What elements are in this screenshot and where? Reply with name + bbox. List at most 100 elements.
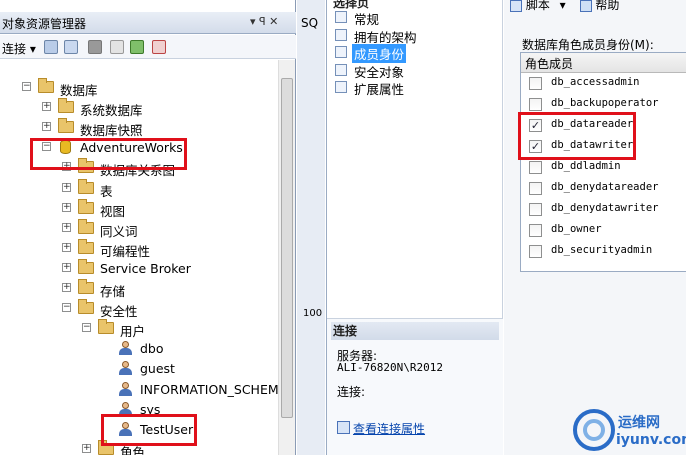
tree-node-label: 存储 [100,284,126,299]
server-value: ALI-76820N\R2012 [337,361,443,374]
summary-icon[interactable] [152,40,166,54]
highlight-roles [518,112,636,160]
page-label: 安全对象 [354,64,405,80]
script-icon[interactable] [510,0,522,12]
role-name: db_backupoperator [551,97,659,109]
collapse-icon[interactable]: − [82,323,91,333]
tree-node-label: dbo [140,341,164,357]
membership-panel: 脚本 ▾ 帮助 数据库角色成员身份(M): 角色成员 db_accessadmi… [504,0,686,455]
collapse-icon[interactable]: − [22,82,31,91]
tree-node-label: 同义词 [100,223,138,239]
expand-icon[interactable]: + [62,283,71,292]
object-explorer-title: 对象资源管理器 [2,17,87,31]
role-checkbox[interactable] [529,98,542,111]
role-checkbox[interactable] [529,161,542,174]
role-row[interactable]: db_owner [521,220,686,241]
role-checkbox[interactable] [529,182,542,195]
folder-icon [78,178,94,194]
tree-node-label: 表 [100,183,113,199]
folder-icon [78,238,94,254]
role-row[interactable]: db_ddladmin [521,157,686,178]
scrollbar-thumb[interactable] [281,78,293,418]
tree-node-label: 视图 [100,203,126,219]
page-label: 扩展属性 [354,82,405,97]
expand-icon[interactable]: + [62,262,71,272]
folder-icon [98,319,114,335]
role-checkbox[interactable] [529,224,542,237]
user-icon [118,341,133,356]
folder-icon [78,258,94,274]
folder-icon [38,78,54,93]
page-icon [335,63,347,76]
highlight-testuser [101,414,197,446]
expand-icon[interactable]: + [62,222,71,232]
page-icon [335,11,347,23]
tree-node-label: Service Broker [100,260,191,276]
folder-icon [78,218,94,234]
select-page-panel: 选择页 常规 拥有的架构 成员身份 安全对象 扩展属性 连接 服务器: ALI-7682… [327,0,503,455]
role-row[interactable]: db_accessadmin [521,73,686,94]
pin-controls[interactable]: ▾ ꟼ ✕ [250,15,278,28]
stop-icon[interactable] [88,40,102,54]
watermark: 运维网 iyunv.com [572,408,686,455]
dialog-toolbar: 脚本 ▾ 帮助 [510,0,619,13]
page-label: 成员身份 [352,44,407,63]
role-name: db_denydatawriter [551,202,659,214]
folder-icon [78,299,94,315]
tree-node-label: INFORMATION_SCHEMA [140,381,278,397]
roles-column-header[interactable]: 角色成员 [521,53,686,73]
tree-scrollbar[interactable] [278,60,295,455]
tree-node-label: 数据库快照 [80,123,143,139]
object-explorer-pane: 对象资源管理器 ▾ ꟼ ✕ 连接 ▾ − 数据库 + 系统数据库 + 数据库快照 − Adve… [0,0,296,455]
collapse-icon[interactable]: − [62,303,71,313]
connect-icon[interactable] [44,40,58,54]
tree-node-label: 系统数据库 [80,103,143,119]
expand-icon[interactable]: + [62,182,71,192]
connection-properties-icon[interactable] [337,421,350,434]
role-checkbox[interactable] [529,245,542,258]
page-icon [335,28,347,41]
folder-icon [78,279,94,294]
page-icon [335,81,347,93]
expand-icon[interactable]: + [42,102,51,112]
script-button[interactable]: 脚本 [526,0,550,12]
connect-button[interactable]: 连接 ▾ [2,40,36,57]
tree-node-label: guest [140,361,175,377]
tree-node-label: 可编程性 [100,243,151,259]
filter-icon[interactable] [110,40,124,54]
page-label: 拥有的架构 [354,29,417,45]
role-name: db_securityadmin [551,244,653,256]
watermark-logo-icon [573,409,615,451]
query-tab[interactable]: SQ [301,16,318,30]
folder-icon [78,198,94,214]
page-label: 常规 [354,12,380,27]
disconnect-icon[interactable] [64,40,78,54]
role-name: db_denydatareader [551,181,659,193]
connection-header: 连接 [331,322,499,340]
expand-icon[interactable]: + [42,122,51,132]
tree-node-label: 安全性 [100,304,138,320]
tree-node-label: 数据库 [60,83,98,98]
view-connection-properties-link[interactable]: 查看连接属性 [353,420,425,437]
expand-icon[interactable]: + [82,443,91,453]
role-checkbox[interactable] [529,77,542,90]
expand-icon[interactable]: + [62,242,71,252]
role-checkbox[interactable] [529,203,542,216]
role-row[interactable]: db_denydatawriter [521,199,686,220]
zoom-level: 100 [303,308,323,319]
role-row[interactable]: db_securityadmin [521,241,686,262]
object-explorer-toolbar: 连接 ▾ [0,35,296,59]
document-tab-strip: SQ 100 [297,0,325,455]
refresh-icon[interactable] [130,40,144,54]
help-icon[interactable] [579,0,592,12]
highlight-adventureworks [30,138,187,170]
role-name: db_owner [551,223,602,235]
page-icon [335,46,347,58]
roles-caption: 数据库角色成员身份(M): [522,38,654,52]
expand-icon[interactable]: + [62,202,71,212]
user-properties-dialog: 选择页 常规 拥有的架构 成员身份 安全对象 扩展属性 连接 服务器: ALI-7682… [326,0,686,455]
role-row[interactable]: db_denydatareader [521,178,686,199]
chevron-down-icon[interactable]: ▾ [560,0,566,12]
help-button[interactable]: 帮助 [595,0,619,12]
object-explorer-tree: − 数据库 + 系统数据库 + 数据库快照 − AdventureWorks + 数据库关系图 + 表… [0,60,278,455]
